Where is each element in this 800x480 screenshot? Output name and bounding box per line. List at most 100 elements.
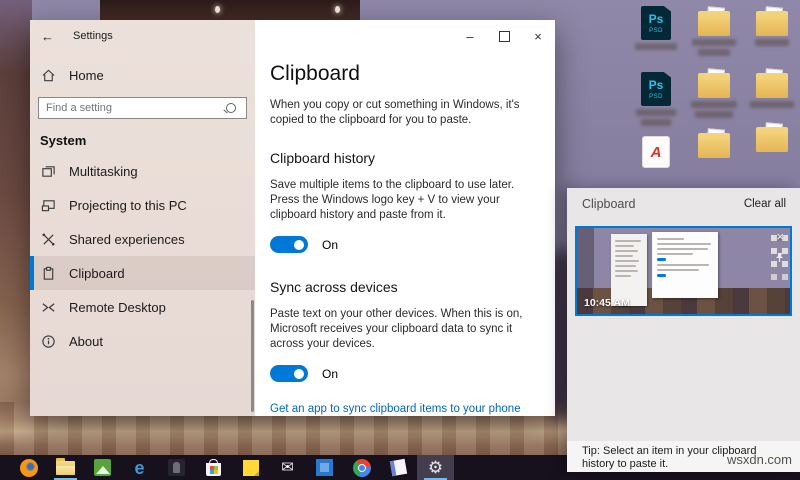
desktop-icon-psd-file[interactable]: Ps PSD: [630, 6, 682, 50]
blurred-label: [635, 43, 677, 50]
pin-icon[interactable]: [774, 250, 785, 261]
sidebar-item-projecting-to-this-pc[interactable]: Projecting to this PC: [30, 188, 255, 222]
pdf-file-icon: A: [642, 136, 670, 168]
desktop-icon-pdf-file[interactable]: A: [630, 136, 682, 168]
blurred-label: [691, 101, 737, 108]
photo-viewer-icon: [94, 459, 111, 476]
clipboard-history-item[interactable]: 10:45 AM ×: [575, 226, 792, 316]
taskbar-file-explorer[interactable]: [47, 455, 84, 480]
folder-icon: [756, 73, 788, 98]
desktop-icon-psd-file[interactable]: Ps PSD: [630, 72, 682, 126]
blurred-label: [641, 119, 671, 126]
selected-accent-bar: [30, 256, 34, 290]
toggle-switch[interactable]: [270, 365, 308, 382]
clipboard-flyout: Clipboard Clear all 10:45 AM × Tip: S: [567, 188, 800, 472]
sticky-notes-icon: [243, 460, 259, 476]
watermark: wsxdn.com: [727, 452, 792, 467]
taskbar-photos[interactable]: [306, 455, 343, 480]
multitasking-icon: [40, 163, 56, 179]
blurred-label: [755, 39, 789, 46]
blurred-label: [750, 101, 794, 108]
toggle-state-label: On: [322, 367, 338, 381]
section-heading-sync-across-devices: Sync across devices: [270, 279, 543, 295]
sync-toggle-row: On: [270, 365, 543, 382]
folder-icon: [698, 11, 730, 36]
firefox-icon: [20, 459, 38, 477]
section-body: Paste text on your other devices. When t…: [270, 307, 543, 352]
toggle-knob: [294, 240, 304, 250]
wallpaper-light: [215, 6, 220, 13]
about-icon: [40, 333, 56, 349]
folder-icon: [698, 73, 730, 98]
desktop-icon-folder[interactable]: [688, 128, 740, 158]
search-box: [38, 97, 247, 119]
thumbnail-mini-window: [652, 232, 718, 297]
toggle-switch[interactable]: [270, 236, 308, 253]
minimize-button[interactable]: –: [453, 20, 487, 52]
blurred-label: [692, 39, 736, 46]
projecting-icon: [40, 197, 56, 213]
toggle-knob: [294, 369, 304, 379]
home-icon: [40, 67, 56, 83]
blurred-label: [695, 111, 733, 118]
sidebar-scrollbar[interactable]: [251, 300, 254, 412]
desktop-icon-folder[interactable]: [688, 6, 740, 56]
taskbar-photo-viewer[interactable]: [84, 455, 121, 480]
taskbar-media-app[interactable]: [158, 455, 195, 480]
file-explorer-icon: [56, 461, 75, 475]
taskbar-onenote[interactable]: [380, 455, 417, 480]
close-button[interactable]: ×: [521, 20, 555, 52]
photoshop-file-icon: Ps PSD: [641, 6, 671, 40]
back-icon[interactable]: ←: [41, 29, 54, 44]
desktop-icon-folder[interactable]: [746, 122, 798, 152]
sidebar-item-multitasking[interactable]: Multitasking: [30, 154, 255, 188]
folder-icon: [756, 127, 788, 152]
sidebar-item-about[interactable]: About: [30, 324, 255, 358]
sidebar-section-header: System: [40, 133, 86, 148]
clipboard-history-toggle-row: On: [270, 236, 543, 253]
clipboard-icon: [40, 265, 56, 281]
settings-icon: ⚙: [428, 459, 443, 476]
blurred-label: [698, 49, 730, 56]
taskbar-microsoft-store[interactable]: [195, 455, 232, 480]
sidebar-item-clipboard[interactable]: Clipboard: [30, 256, 255, 290]
screen: Ps PSD Ps PSD A: [0, 0, 800, 480]
desktop-icon-folder[interactable]: [746, 6, 798, 46]
search-input[interactable]: [39, 102, 226, 114]
flyout-title: Clipboard: [582, 197, 636, 211]
desktop-icon-folder[interactable]: [688, 68, 740, 118]
get-app-link[interactable]: Get an app to sync clipboard items to yo…: [270, 403, 543, 415]
onenote-icon: [390, 459, 407, 476]
window-title: Settings: [73, 30, 113, 42]
maximize-button[interactable]: [487, 20, 521, 52]
mail-icon: ✉: [281, 460, 294, 476]
remote-desktop-icon: [40, 299, 56, 315]
wallpaper-light: [335, 6, 340, 13]
sidebar-item-home[interactable]: Home: [30, 62, 255, 88]
taskbar-chrome[interactable]: [343, 455, 380, 480]
sidebar-item-remote-desktop[interactable]: Remote Desktop: [30, 290, 255, 324]
taskbar-firefox[interactable]: [10, 455, 47, 480]
desktop-icon-folder[interactable]: [746, 68, 798, 108]
page-intro: When you copy or cut something in Window…: [270, 98, 543, 128]
folder-icon: [756, 11, 788, 36]
section-body: Save multiple items to the clipboard to …: [270, 178, 543, 223]
microsoft-store-icon: [206, 463, 221, 476]
maximize-icon: [499, 31, 510, 42]
search-icon[interactable]: [226, 103, 236, 113]
taskbar-edge[interactable]: e: [121, 455, 158, 480]
shared-experiences-icon: [40, 231, 56, 247]
sidebar-item-shared-experiences[interactable]: Shared experiences: [30, 222, 255, 256]
taskbar-mail[interactable]: ✉: [269, 455, 306, 480]
settings-main-pane: – × Clipboard When you copy or cut somet…: [255, 20, 555, 416]
close-icon[interactable]: ×: [776, 229, 784, 244]
taskbar-sticky-notes[interactable]: [232, 455, 269, 480]
edge-icon: e: [134, 459, 144, 477]
chrome-icon: [353, 459, 371, 477]
toggle-state-label: On: [322, 238, 338, 252]
window-controls: – ×: [453, 20, 555, 52]
folder-icon: [698, 133, 730, 158]
clear-all-button[interactable]: Clear all: [744, 198, 786, 210]
taskbar-settings[interactable]: ⚙: [417, 455, 454, 480]
photos-icon: [316, 459, 333, 476]
